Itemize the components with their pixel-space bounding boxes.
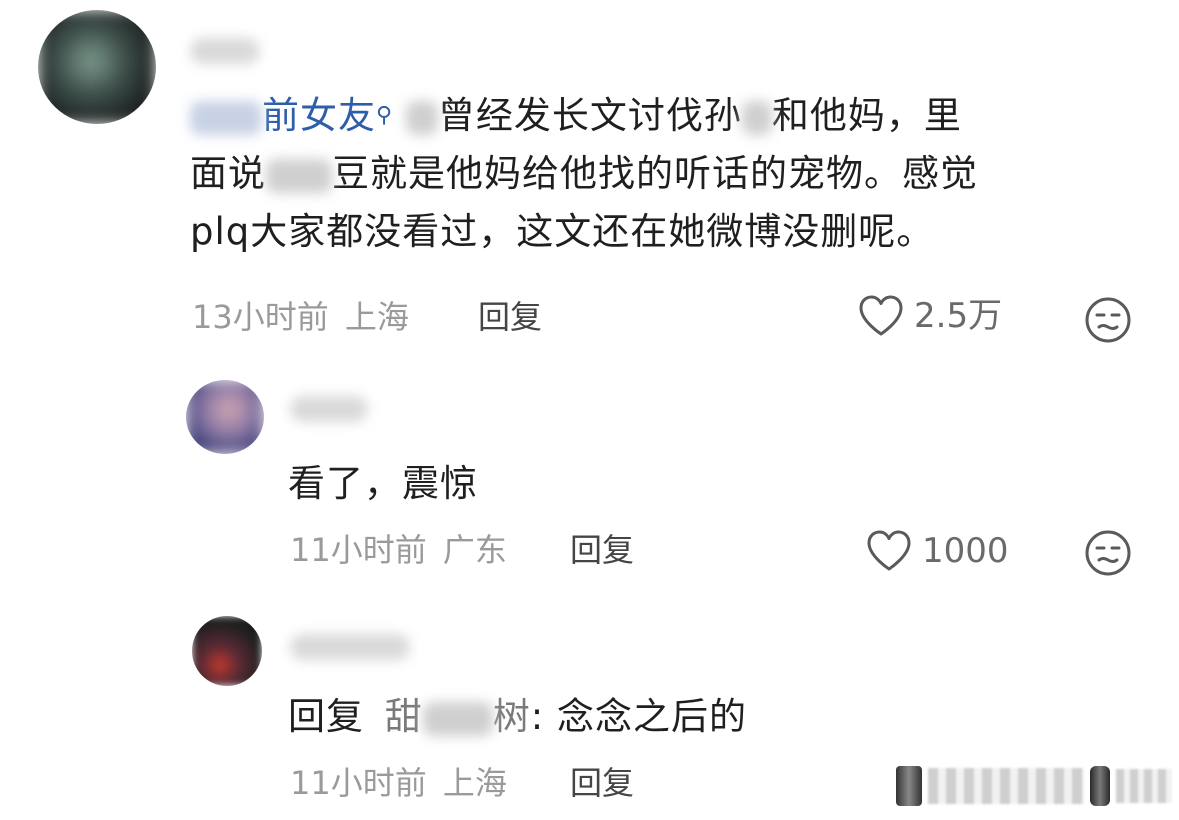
location: 上海 (344, 298, 409, 336)
redaction-blur (422, 701, 493, 736)
comment-1-meta: 13小时前 上海 (192, 297, 409, 337)
reply-button[interactable]: 回复 (478, 297, 542, 337)
timestamp: 11小时前 (290, 531, 427, 569)
avatar-comment-2[interactable] (186, 380, 264, 454)
comment-1-body: 前女友⚲ 曾经发长文讨伐孙 和他妈，里 面说 豆就是他妈给他找的听话的宠物。感觉 p… (190, 87, 978, 261)
comment-2-text: 看了，震惊 (288, 462, 478, 505)
mention-blur (190, 100, 262, 135)
heart-icon (867, 530, 911, 571)
redaction-blur (405, 100, 438, 135)
avatar-comment-1[interactable] (38, 10, 156, 124)
reply-target[interactable]: 甜 (385, 695, 423, 738)
reply-text: : 念念之后的 (530, 695, 747, 738)
reply-prefix: 回复 (288, 695, 364, 738)
like-count: 1000 (922, 531, 1009, 571)
emoji-face-icon[interactable] (1084, 529, 1132, 577)
search-icon: ⚲ (376, 103, 394, 128)
like-button[interactable]: 1000 (866, 530, 1009, 572)
comment-3-meta: 11小时前 上海 (290, 763, 507, 803)
location: 上海 (442, 764, 507, 802)
bottom-watermark (896, 764, 1172, 808)
mention-link[interactable]: 前女友 (262, 94, 376, 137)
like-button[interactable]: 2.5万 (858, 295, 1002, 337)
comment-1-line-1: 前女友⚲ 曾经发长文讨伐孙 和他妈，里 (190, 87, 978, 145)
username-comment-1[interactable] (190, 38, 260, 64)
like-count: 2.5万 (914, 296, 1003, 336)
heart-icon (859, 295, 903, 336)
timestamp: 11小时前 (290, 764, 427, 802)
username-comment-2[interactable] (290, 396, 368, 422)
redaction-blur (266, 158, 332, 193)
location: 广东 (442, 531, 507, 569)
comment-3-text: 回复 甜 树: 念念之后的 (288, 688, 747, 746)
emoji-face-icon[interactable] (1084, 296, 1132, 344)
username-comment-3[interactable] (290, 634, 410, 660)
reply-button[interactable]: 回复 (570, 763, 634, 803)
comment-1-line-3: plq大家都没看过，这文还在她微博没删呢。 (190, 210, 935, 253)
comment-2-meta: 11小时前 广东 (290, 530, 507, 570)
avatar-comment-3[interactable] (192, 616, 262, 686)
reply-target[interactable]: 树 (493, 695, 531, 738)
comment-1-line-2: 面说 豆就是他妈给他找的听话的宠物。感觉 (190, 152, 978, 195)
timestamp: 13小时前 (192, 298, 329, 336)
redaction-blur (741, 100, 772, 135)
reply-button[interactable]: 回复 (570, 530, 634, 570)
